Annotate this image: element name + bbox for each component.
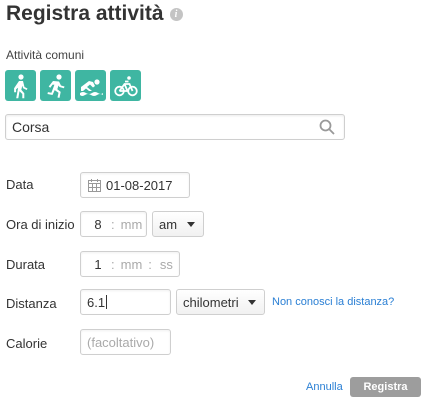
calories-field[interactable]: (facoltativo) xyxy=(80,329,171,355)
ampm-select[interactable]: am xyxy=(152,211,204,237)
page-title: Registra attività i xyxy=(6,2,183,26)
duration-seconds[interactable]: ss xyxy=(160,257,173,272)
cycling-icon[interactable] xyxy=(110,70,141,101)
ampm-value: am xyxy=(159,216,178,232)
unknown-distance-link[interactable]: Non conosci la distanza? xyxy=(272,296,394,308)
date-field[interactable]: 01-08-2017 xyxy=(80,172,190,198)
page-title-text: Registra attività xyxy=(6,2,164,25)
start-minutes[interactable]: mm xyxy=(121,217,143,232)
chevron-down-icon xyxy=(248,299,256,305)
start-time-separator: : xyxy=(111,216,115,232)
duration-separator-2: : xyxy=(148,256,152,272)
activity-search-input[interactable] xyxy=(6,119,316,135)
start-hour[interactable]: 8 xyxy=(93,217,103,232)
activity-search xyxy=(5,114,345,140)
cancel-link[interactable]: Annulla xyxy=(306,381,343,393)
common-activities xyxy=(5,70,141,101)
info-icon[interactable]: i xyxy=(169,7,183,21)
running-icon[interactable] xyxy=(40,70,71,101)
common-activities-label: Attività comuni xyxy=(6,48,85,62)
distance-value[interactable]: 6.1 xyxy=(87,295,105,310)
duration-field[interactable]: 1 : mm : ss xyxy=(80,251,180,277)
calories-placeholder: (facoltativo) xyxy=(87,334,155,350)
submit-button[interactable]: Registra xyxy=(350,377,421,397)
text-cursor xyxy=(106,295,108,309)
start-time-field[interactable]: 8 : mm xyxy=(80,211,147,237)
walking-icon[interactable] xyxy=(5,70,36,101)
distance-unit-select[interactable]: chilometri xyxy=(176,289,265,315)
date-label: Data xyxy=(6,177,34,192)
calories-label: Calorie xyxy=(6,336,48,351)
distance-field[interactable]: 6.1 xyxy=(80,289,171,315)
duration-minutes[interactable]: mm xyxy=(121,257,143,272)
duration-separator-1: : xyxy=(111,256,115,272)
chevron-down-icon xyxy=(187,221,195,227)
date-value: 01-08-2017 xyxy=(106,177,173,193)
distance-label: Distanza xyxy=(6,296,57,311)
distance-unit-value: chilometri xyxy=(183,294,239,310)
duration-label: Durata xyxy=(6,257,46,272)
calendar-icon xyxy=(88,178,101,192)
search-icon[interactable] xyxy=(316,116,338,138)
swimming-icon[interactable] xyxy=(75,70,106,101)
duration-hours[interactable]: 1 xyxy=(93,257,103,272)
start-time-label: Ora di inizio xyxy=(6,217,75,232)
